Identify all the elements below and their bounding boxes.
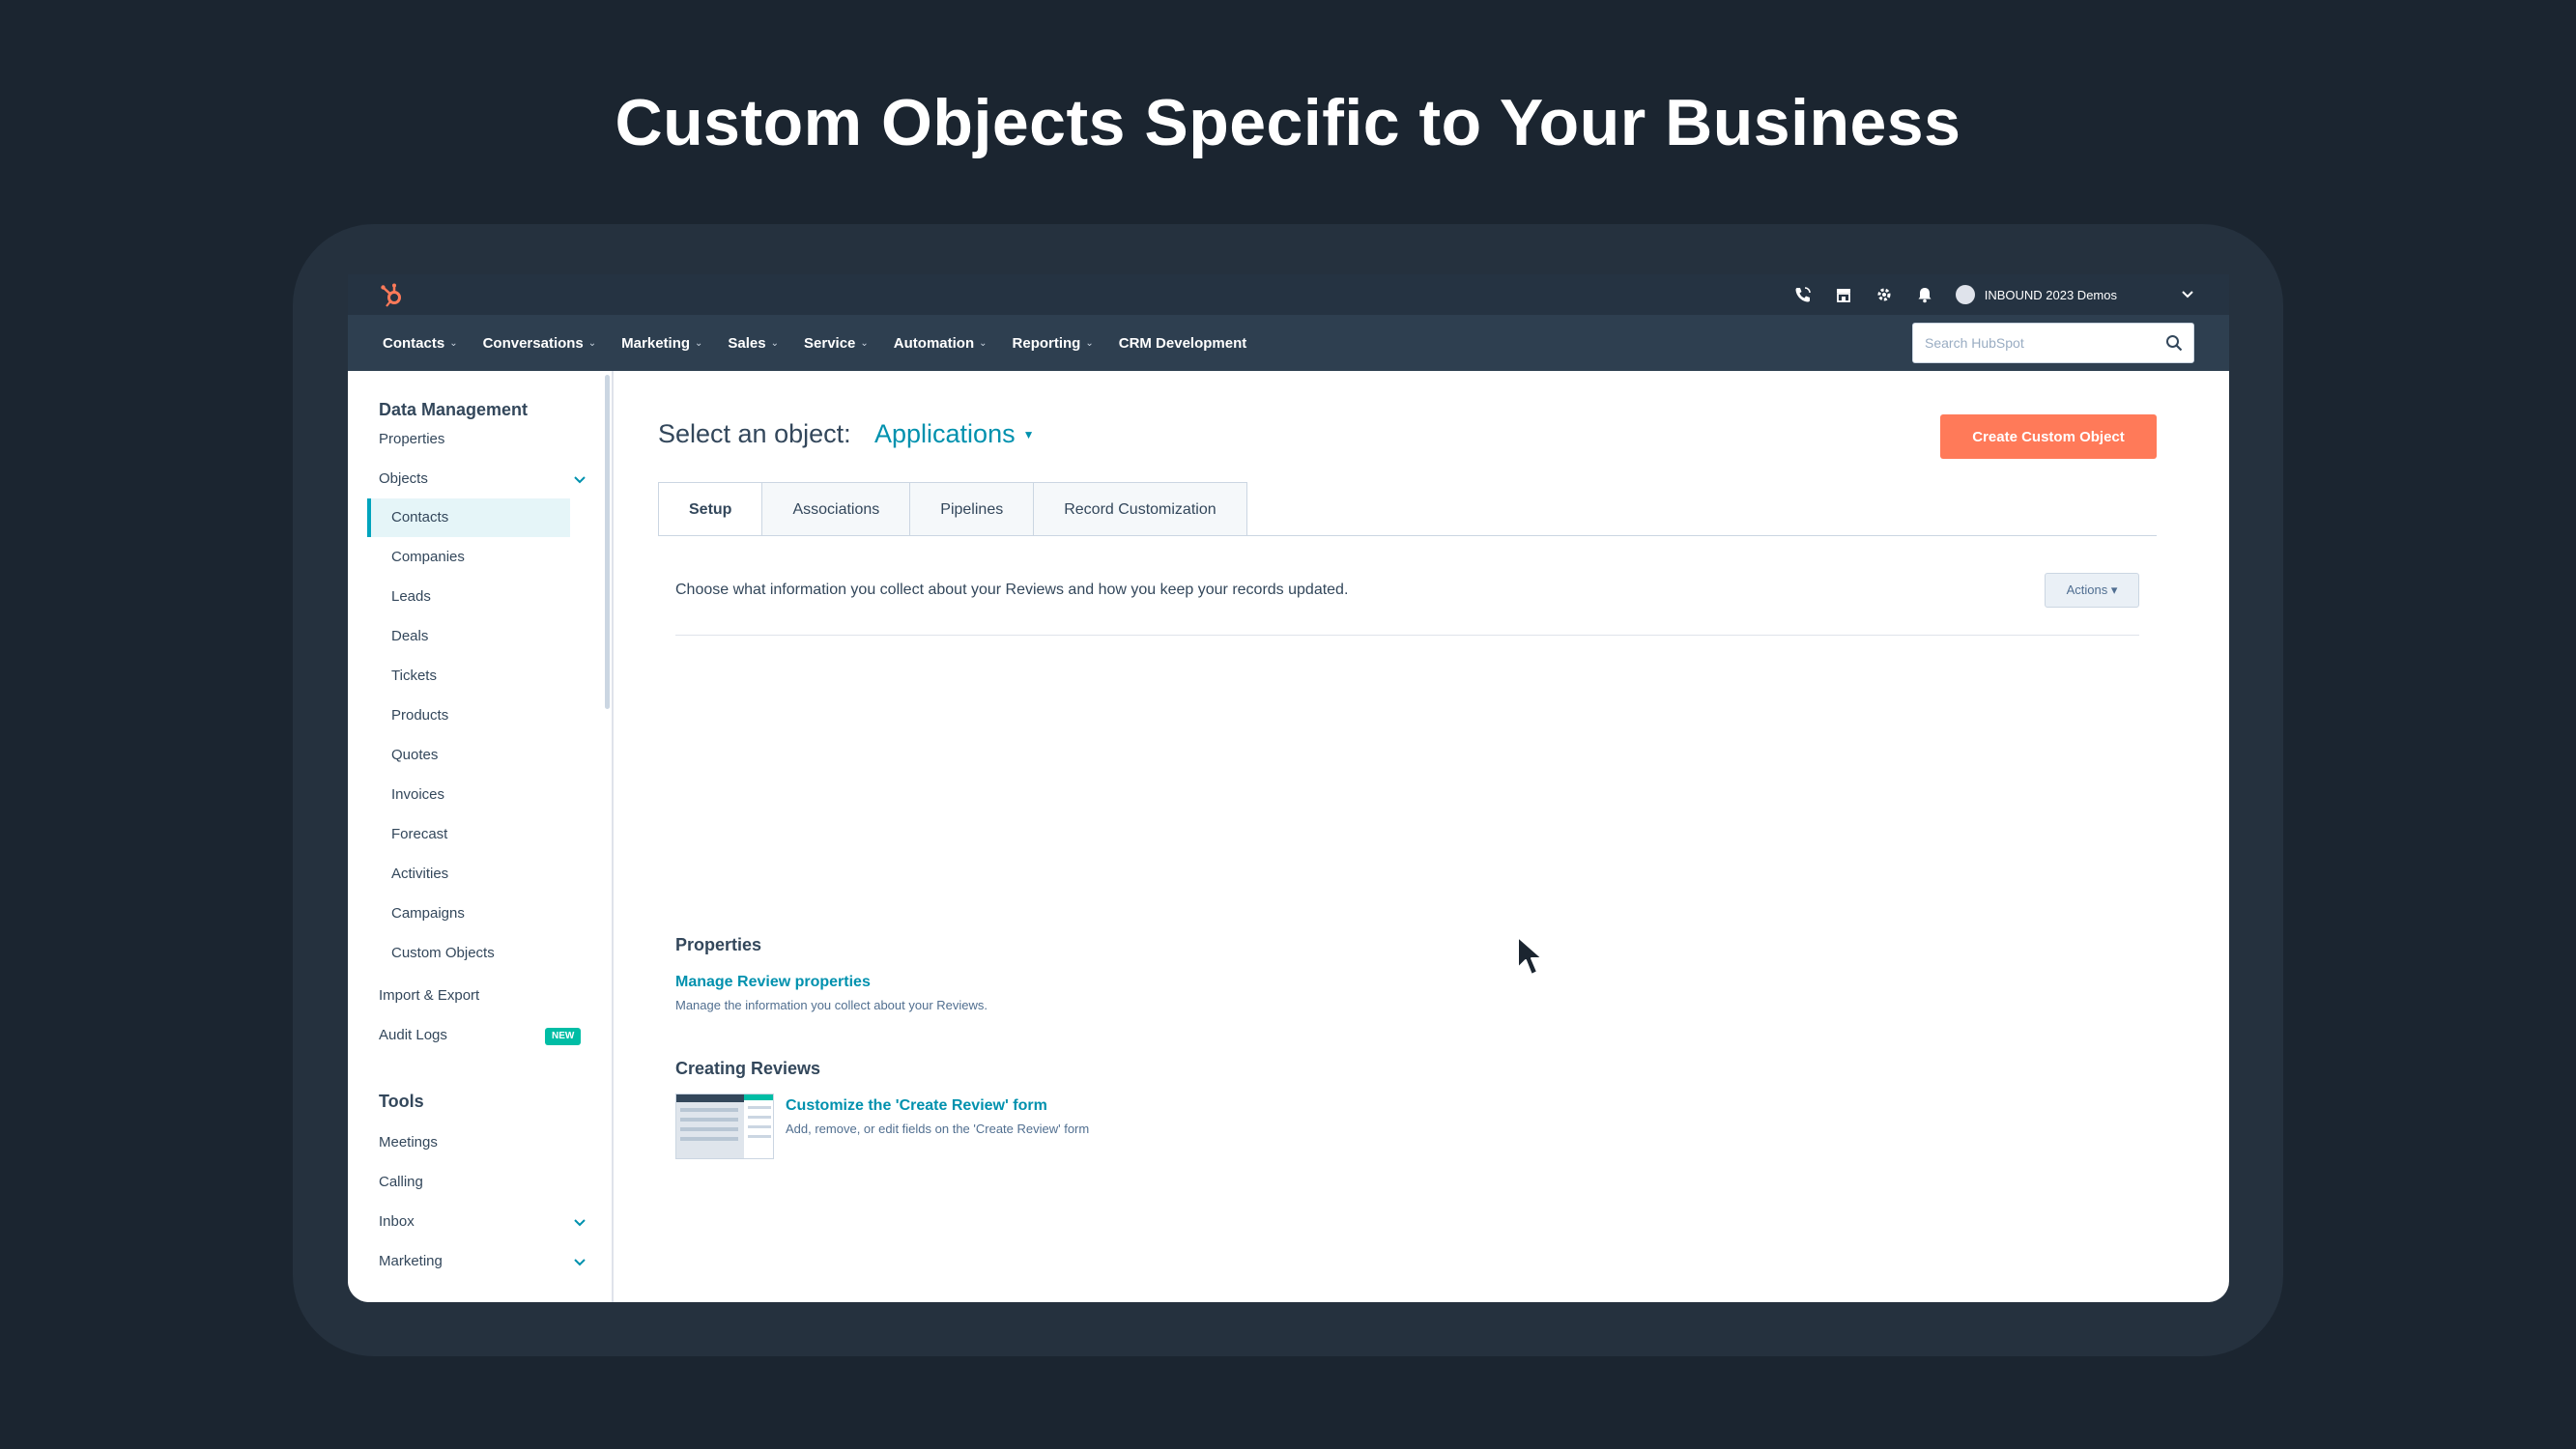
chevron-down-icon: ⌄ [695, 337, 703, 349]
sidebar-item-properties[interactable]: Properties [379, 421, 560, 458]
section-divider [675, 635, 2139, 636]
chevron-down-icon[interactable] [2181, 290, 2194, 299]
slide-title: Custom Objects Specific to Your Business [615, 86, 1961, 159]
chevron-down-icon: ⌄ [587, 337, 597, 349]
chevron-down-icon: ⌄ [770, 337, 780, 349]
account-menu[interactable]: INBOUND 2023 Demos [1955, 285, 2194, 304]
chevron-down-icon: ⌄ [449, 337, 458, 349]
bell-icon[interactable] [1915, 285, 1934, 304]
account-name: INBOUND 2023 Demos [1984, 287, 2117, 302]
nav-item-label: Automation [893, 334, 975, 352]
nav-item-crm-development[interactable]: CRM Development [1119, 335, 1247, 352]
sidebar-item-audit-logs[interactable]: Audit Logs NEW [379, 1017, 582, 1054]
mouse-cursor-icon [1517, 936, 1543, 976]
sidebar-item-objects[interactable]: Objects [379, 461, 586, 497]
customize-form-link[interactable]: Customize the 'Create Review' form [786, 1097, 1047, 1115]
tabs-divider [658, 535, 2157, 536]
sidebar-item-meetings[interactable]: Meetings [379, 1124, 560, 1161]
sidebar-item-label: Audit Logs [379, 1027, 447, 1043]
sidebar-item-products[interactable]: Products [367, 696, 570, 735]
nav-item-reporting[interactable]: Reporting ⌄ [1013, 335, 1094, 352]
marketplace-icon[interactable] [1834, 285, 1853, 304]
creating-reviews-heading: Creating Reviews [675, 1059, 821, 1078]
sidebar-item-invoices[interactable]: Invoices [367, 776, 570, 814]
properties-heading: Properties [675, 935, 762, 954]
sidebar-item-contacts[interactable]: Contacts [367, 498, 570, 537]
new-badge: NEW [545, 1028, 582, 1045]
sidebar-item-inbox[interactable]: Inbox [379, 1204, 586, 1240]
manage-properties-description: Manage the information you collect about… [675, 998, 988, 1012]
nav-item-label: Conversations [482, 334, 584, 352]
tab-setup[interactable]: Setup [658, 482, 763, 536]
main-navigation: Contacts ⌄ Conversations ⌄ Marketing ⌄ Sale… [348, 315, 2229, 371]
tab-associations[interactable]: Associations [761, 482, 911, 536]
object-dropdown[interactable]: Applications ▼ [874, 419, 1034, 449]
utility-icons: INBOUND 2023 Demos [1793, 274, 2194, 315]
nav-item-service[interactable]: Service ⌄ [804, 335, 869, 352]
chevron-down-icon[interactable] [572, 1243, 587, 1280]
nav-item-label: Contacts [383, 334, 445, 352]
chevron-down-icon[interactable] [572, 1204, 587, 1240]
avatar [1955, 285, 1975, 304]
sidebar-item-calling[interactable]: Calling [379, 1164, 560, 1201]
sidebar-item-label: Objects [379, 470, 428, 487]
customize-form-description: Add, remove, or edit fields on the 'Crea… [786, 1122, 1090, 1136]
main-content: Select an object: Applications ▼ Create … [614, 371, 2229, 1302]
object-select-label: Select an object: [658, 419, 851, 448]
chevron-down-icon: ⌄ [860, 337, 869, 349]
sidebar-item-activities[interactable]: Activities [367, 855, 570, 894]
app-screen: INBOUND 2023 Demos Contacts ⌄ Conversatio… [348, 274, 2229, 1302]
sidebar-item-deals[interactable]: Deals [367, 617, 570, 656]
nav-item-sales[interactable]: Sales ⌄ [728, 335, 779, 352]
search-input[interactable] [1925, 324, 2157, 362]
sidebar-item-marketing[interactable]: Marketing [379, 1243, 586, 1280]
actions-button-label: Actions [2066, 582, 2108, 597]
nav-item-label: CRM Development [1118, 334, 1247, 352]
settings-sidebar: Data Management Properties Objects Conta… [348, 371, 614, 1302]
chevron-down-icon: ⌄ [979, 337, 987, 349]
sidebar-heading-tools: Tools [379, 1092, 424, 1111]
search-icon[interactable] [2164, 333, 2184, 353]
sidebar-item-custom-objects[interactable]: Custom Objects [367, 934, 570, 973]
nav-item-label: Reporting [1012, 334, 1081, 352]
nav-item-contacts[interactable]: Contacts ⌄ [383, 335, 458, 352]
sidebar-item-quotes[interactable]: Quotes [367, 736, 570, 775]
sidebar-item-leads[interactable]: Leads [367, 578, 570, 616]
sidebar-item-tickets[interactable]: Tickets [367, 657, 570, 696]
sidebar-scrollbar[interactable] [605, 375, 610, 709]
phone-icon[interactable] [1793, 285, 1813, 304]
tab-pipelines[interactable]: Pipelines [909, 482, 1035, 536]
sidebar-heading-data-management: Data Management [379, 400, 529, 419]
caret-down-icon: ▼ [1022, 427, 1035, 441]
chevron-down-icon[interactable] [572, 461, 587, 497]
create-custom-object-button[interactable]: Create Custom Object [1940, 414, 2157, 459]
top-utility-bar: INBOUND 2023 Demos [348, 274, 2229, 315]
sidebar-item-import-export[interactable]: Import & Export [379, 978, 560, 1014]
nav-item-label: Service [804, 334, 856, 352]
object-tabs: Setup Associations Pipelines Record Cust… [658, 482, 1247, 536]
nav-item-label: Sales [728, 334, 766, 352]
hubspot-logo-icon[interactable] [379, 282, 406, 309]
nav-item-automation[interactable]: Automation ⌄ [894, 335, 987, 352]
nav-item-marketing[interactable]: Marketing ⌄ [621, 335, 702, 352]
manage-properties-link[interactable]: Manage Review properties [675, 974, 871, 991]
setup-description: Choose what information you collect abou… [675, 582, 1349, 598]
nav-item-label: Marketing [621, 334, 691, 352]
sidebar-item-campaigns[interactable]: Campaigns [367, 895, 570, 933]
sidebar-item-forecast[interactable]: Forecast [367, 815, 570, 854]
gear-icon[interactable] [1875, 285, 1894, 304]
nav-item-conversations[interactable]: Conversations ⌄ [483, 335, 597, 352]
form-preview-thumbnail [675, 1094, 774, 1159]
object-dropdown-value: Applications [874, 419, 1016, 448]
chevron-down-icon: ⌄ [1085, 337, 1094, 349]
sidebar-item-label: Inbox [379, 1213, 415, 1230]
nav-menu: Contacts ⌄ Conversations ⌄ Marketing ⌄ Sale… [383, 315, 1246, 371]
sidebar-item-companies[interactable]: Companies [367, 538, 570, 577]
sidebar-item-label: Marketing [379, 1253, 443, 1269]
tab-record-customization[interactable]: Record Customization [1033, 482, 1247, 536]
search-box [1912, 323, 2194, 363]
actions-dropdown-button[interactable]: Actions ▾ [2045, 573, 2139, 608]
